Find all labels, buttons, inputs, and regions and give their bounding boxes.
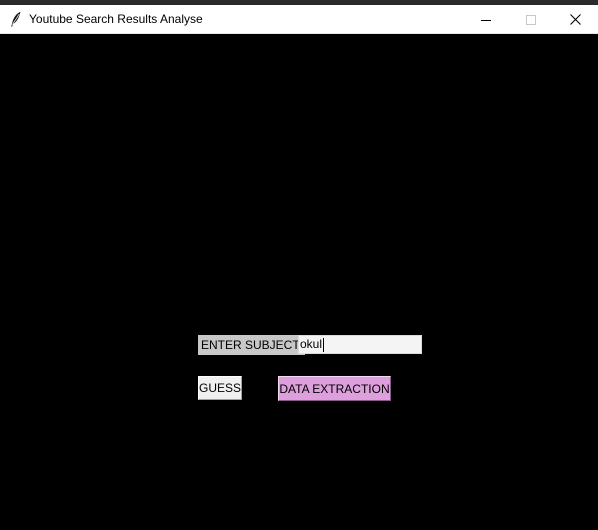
guess-button[interactable]: GUESS [198, 376, 242, 400]
main-content: ENTER SUBJECT: okul GUESS DATA EXTRACTIO… [0, 34, 598, 530]
data-extraction-button[interactable]: DATA EXTRACTION [278, 376, 391, 401]
minimize-icon [480, 19, 491, 21]
close-icon [570, 14, 581, 25]
minimize-button[interactable] [463, 5, 508, 34]
title-bar[interactable]: Youtube Search Results Analyse [0, 5, 598, 34]
window-controls [463, 5, 598, 34]
app-window: Youtube Search Results Analyse ENTER SUB… [0, 0, 598, 530]
window-title: Youtube Search Results Analyse [29, 12, 203, 26]
text-caret [323, 337, 325, 352]
feather-icon [9, 11, 23, 27]
subject-input-value: okul [300, 337, 323, 351]
close-button[interactable] [553, 5, 598, 34]
subject-input[interactable]: okul [298, 335, 422, 354]
maximize-icon [525, 14, 536, 25]
maximize-button[interactable] [508, 5, 553, 34]
subject-label: ENTER SUBJECT: [198, 335, 305, 355]
